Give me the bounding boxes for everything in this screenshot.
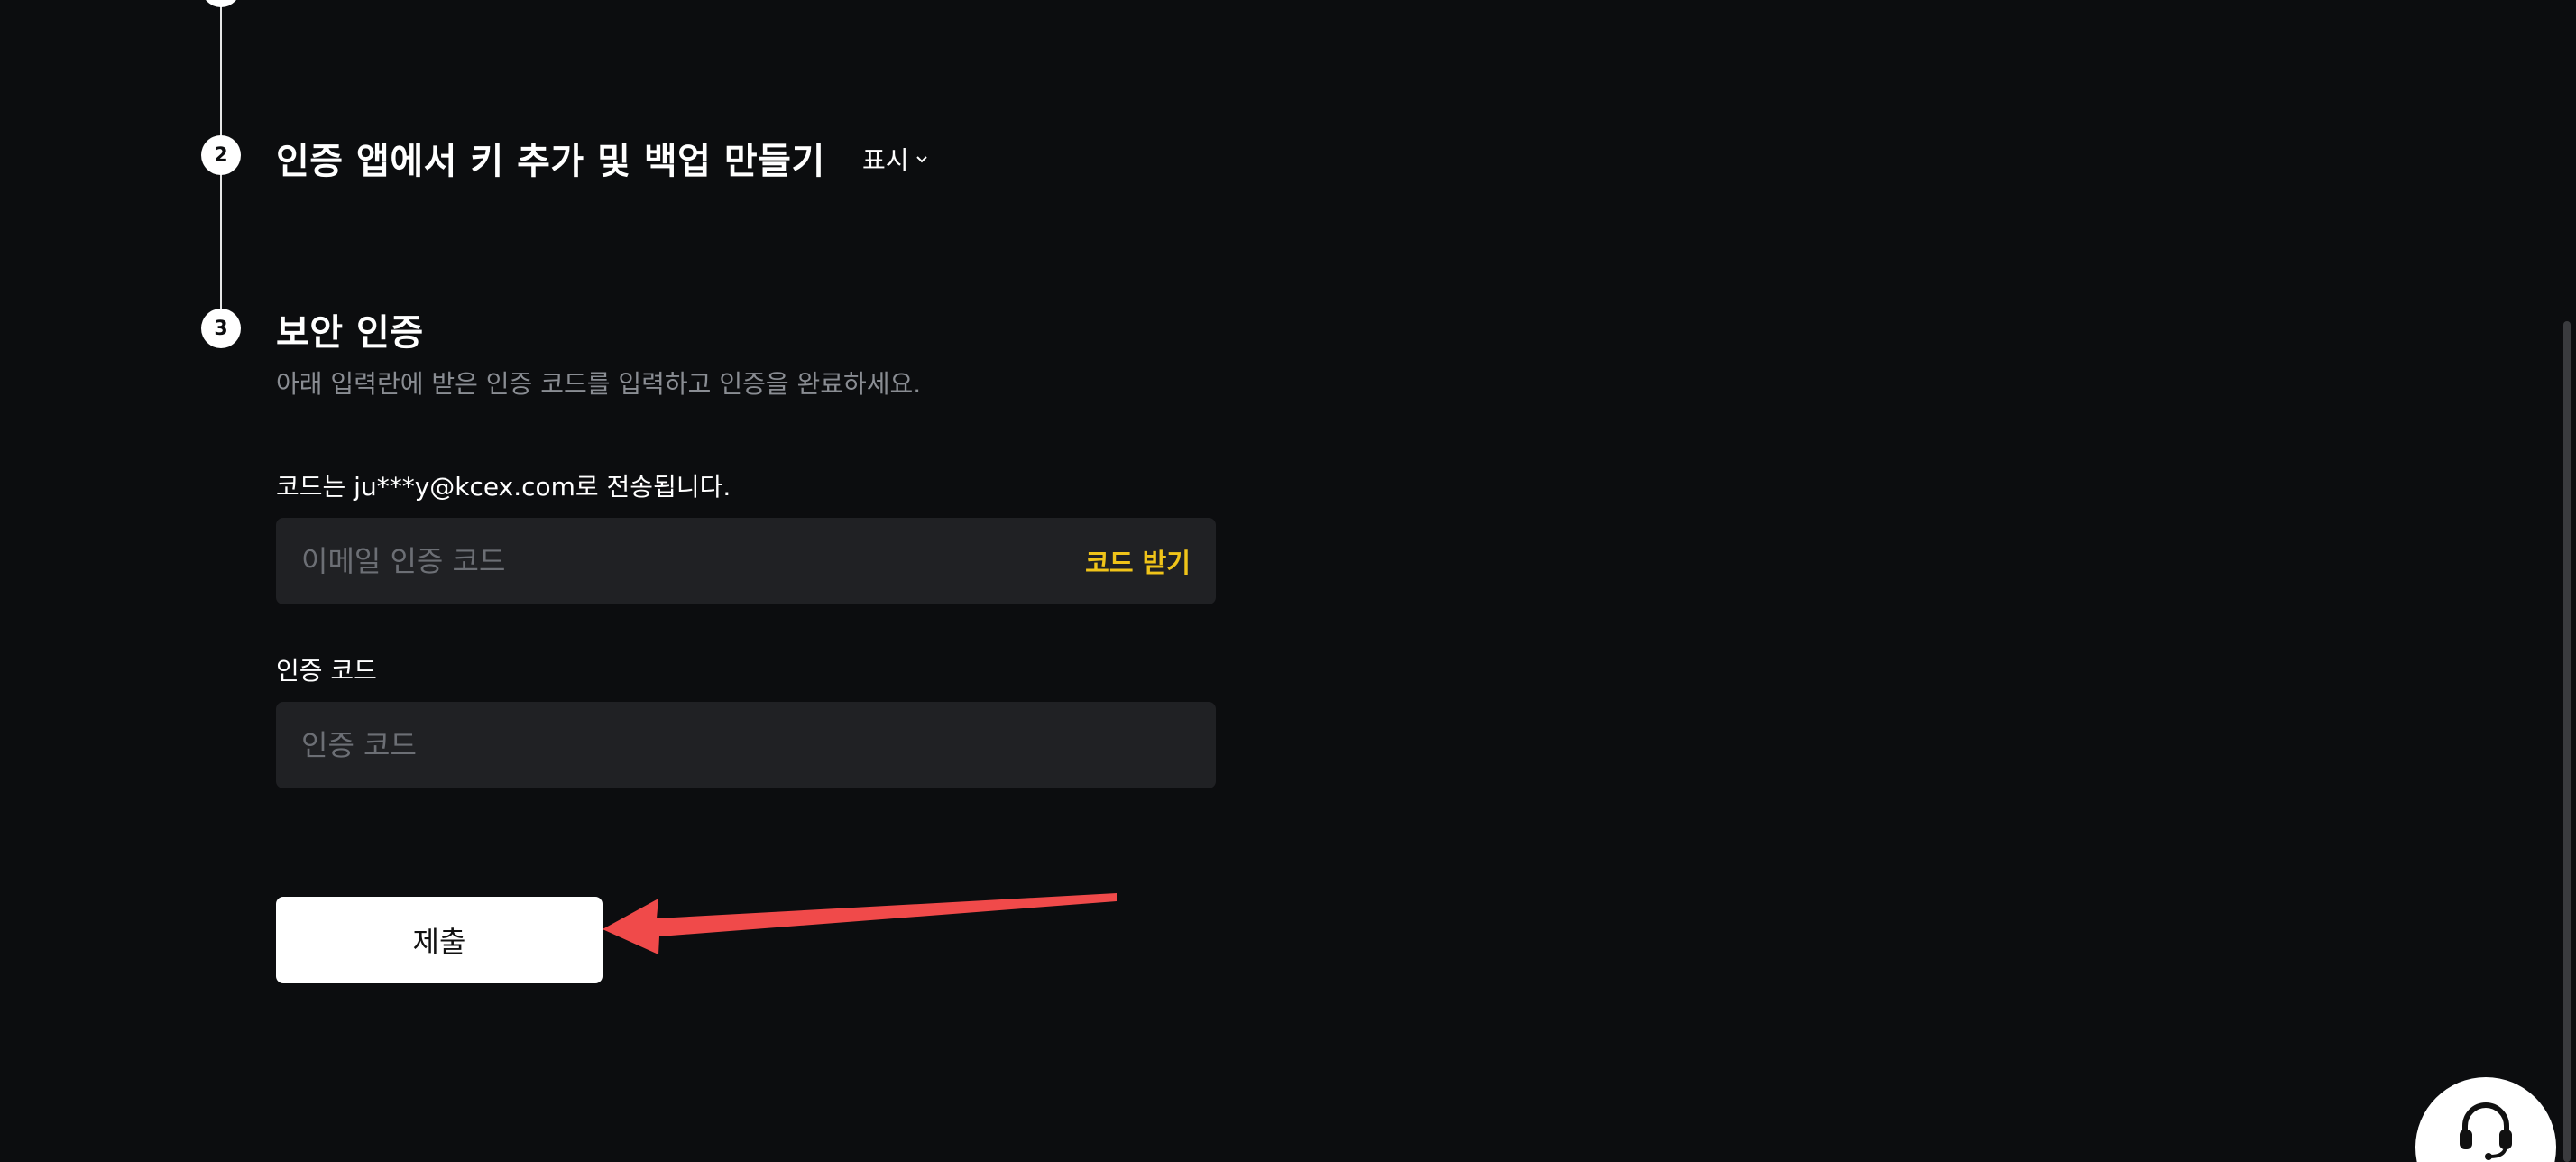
annotation-arrow-shape (603, 893, 1117, 954)
show-toggle-label: 표시 (862, 145, 909, 175)
step-2-title: 인증 앱에서 키 추가 및 백업 만들기 (276, 141, 825, 182)
submit-button[interactable]: 제출 (276, 897, 603, 983)
headset-icon (2460, 1102, 2512, 1160)
email-code-input[interactable] (301, 544, 1086, 578)
customer-support-button[interactable] (2415, 1077, 2556, 1162)
step-3-marker: 3 (201, 309, 241, 348)
email-code-field: 코드 받기 (276, 518, 1216, 604)
auth-code-input[interactable] (301, 728, 1191, 762)
step-2-marker: 2 (201, 135, 241, 175)
step-3-description: 아래 입력란에 받은 인증 코드를 입력하고 인증을 완료하세요. (276, 369, 922, 399)
get-code-button[interactable]: 코드 받기 (1085, 542, 1191, 580)
step-3-title: 보안 인증 (276, 312, 424, 354)
email-code-label: 코드는 ju***y@kcex.com로 전송됩니다. (276, 472, 731, 502)
scrollbar-thumb[interactable] (2563, 321, 2571, 1162)
step-3-number: 3 (214, 317, 228, 340)
auth-code-field (276, 702, 1216, 788)
auth-code-label: 인증 코드 (276, 656, 377, 686)
chevron-down-icon (915, 156, 927, 163)
step-1-marker (201, 0, 241, 7)
page-scrollbar[interactable] (2558, 0, 2576, 1162)
page: 2 인증 앱에서 키 추가 및 백업 만들기 표시 3 보안 인증 아래 입력란… (0, 0, 2576, 1162)
step-2-number: 2 (214, 143, 228, 167)
show-toggle[interactable]: 표시 (862, 141, 929, 177)
annotation-arrow (603, 893, 1117, 954)
